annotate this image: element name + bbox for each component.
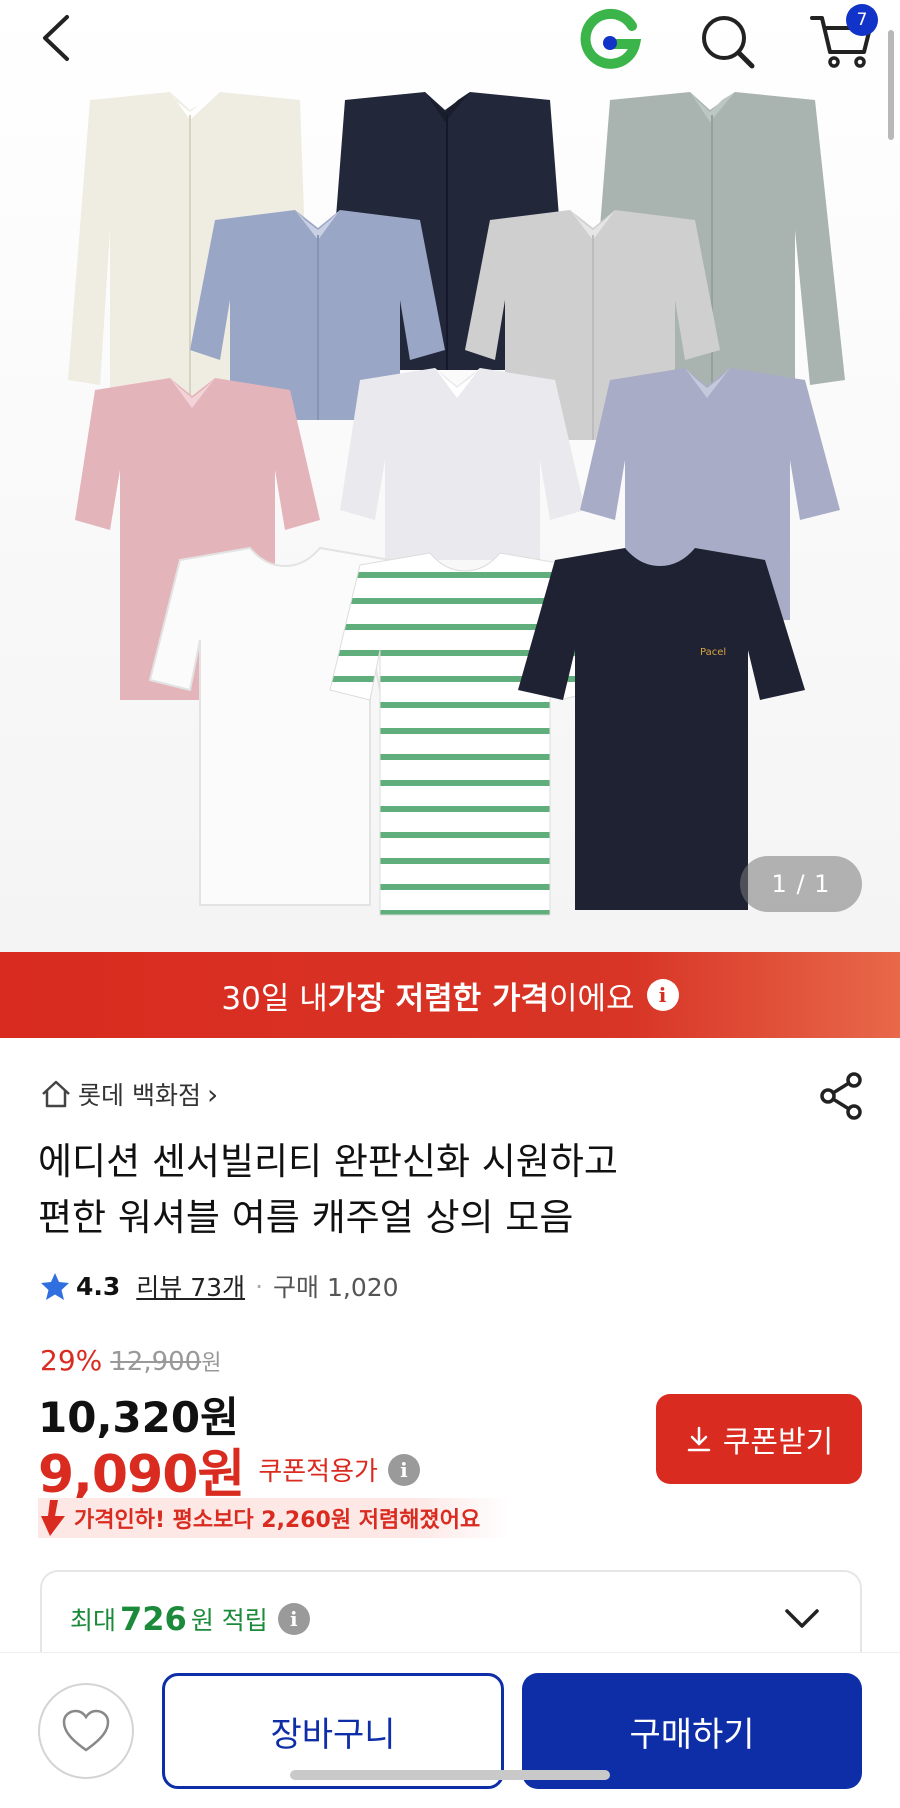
g-logo-icon[interactable] [578,8,642,72]
product-title-line-1: 에디션 센서빌리티 완판신화 시원하고 [38,1140,618,1183]
cart-button[interactable]: 7 [808,2,880,74]
heart-icon [62,1709,110,1752]
lowest-price-banner: 30일 내 가장 저렴한 가격 이에요 i [0,952,900,1038]
banner-bold: 가장 저렴한 가격 [327,980,549,1017]
get-coupon-button[interactable]: 쿠폰받기 [656,1394,862,1484]
wishlist-button[interactable] [38,1683,134,1779]
shirts-collage-image: Pacel [68,92,845,916]
coupon-info-icon[interactable]: i [387,1453,420,1486]
points-amount: 726 [120,1600,187,1638]
back-chevron-icon [43,15,69,61]
banner-info-icon[interactable]: i [646,979,679,1011]
home-icon [42,1080,70,1108]
points-suffix: 원 적립 [190,1606,268,1635]
svg-text:Pacel: Pacel [700,647,726,658]
chevron-down-icon[interactable] [784,1608,820,1630]
store-link[interactable]: 롯데 백화점 › [40,1076,218,1112]
get-coupon-label: 쿠폰받기 [722,1425,834,1460]
bottom-action-bar: 장바구니 구매하기 [0,1652,900,1808]
share-button[interactable] [816,1070,868,1122]
back-button[interactable] [30,8,82,68]
store-name: 롯데 백화점 [78,1081,201,1110]
image-counter: 1 / 1 [740,856,862,912]
rating-separator: · [255,1271,264,1301]
home-indicator [290,1770,610,1780]
product-title-line-2: 편한 워셔블 여름 캐주얼 상의 모음 [38,1196,574,1239]
discount-row: 29% 12,900 원 [40,1344,221,1377]
points-info-icon[interactable]: i [277,1603,310,1635]
shirt-white [340,368,585,560]
banner-prefix: 30일 내 [221,980,328,1017]
points-row: 최대 726 원 적립 i [70,1600,310,1638]
rating-score: 4.3 [76,1271,121,1301]
coupon-price: 9,090원 [38,1445,245,1505]
discount-rate: 29% [40,1344,103,1377]
download-icon [687,1426,711,1452]
review-count-link[interactable]: 리뷰 73개 [136,1268,245,1304]
search-button[interactable] [696,8,760,72]
star-icon [41,1273,69,1300]
top-header: 7 [0,0,900,80]
original-price: 12,900 [110,1347,202,1377]
coupon-price-row: 9,090원 쿠폰적용가 i [38,1432,420,1507]
price-drop-text: 가격인하! 평소보다 2,260원 저렴해졌어요 [74,1508,481,1533]
share-icon [820,1072,862,1120]
points-prefix: 최대 [70,1606,117,1635]
coupon-price-label: 쿠폰적용가 [258,1457,378,1487]
cart-count-badge: 7 [846,4,878,36]
store-chevron-icon: › [206,1077,219,1111]
rating-row: 4.3 리뷰 73개 · 구매 1,020 [40,1268,399,1304]
search-icon [702,16,755,69]
price-drop-notice: 가격인하! 평소보다 2,260원 저렴해졌어요 [38,1498,511,1538]
product-title: 에디션 센서빌리티 완판신화 시원하고 편한 워셔블 여름 캐주얼 상의 모음 [38,1134,868,1246]
banner-suffix: 이에요 [549,980,635,1017]
purchase-count: 구매 1,020 [273,1273,399,1302]
original-price-unit: 원 [201,1351,222,1376]
product-image[interactable]: Pacel 1 / 1 [0,0,900,952]
down-arrow-icon [41,1500,65,1536]
